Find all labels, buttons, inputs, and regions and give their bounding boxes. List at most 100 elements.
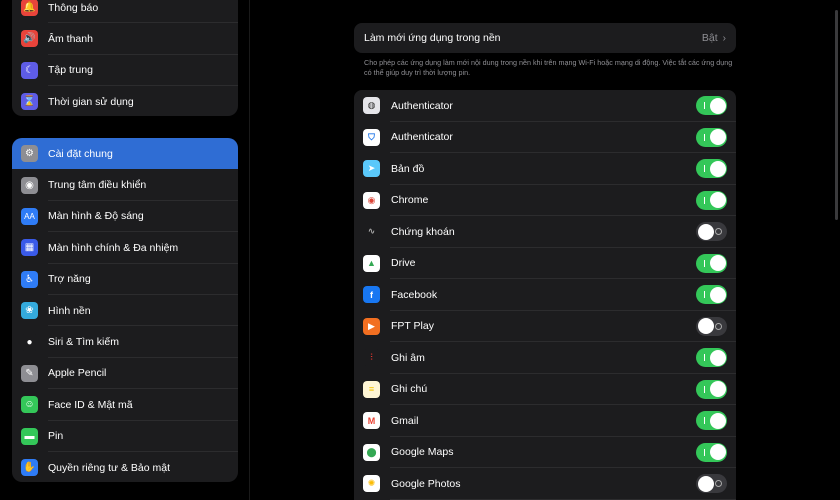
app-name: Chứng khoán <box>391 225 455 238</box>
sidebar-item-pin[interactable]: ▬ Pin <box>12 421 238 452</box>
sidebar-item-man-hinh-chinh-da-nhiem[interactable]: ▦ Màn hình chính & Đa nhiệm <box>12 232 238 264</box>
hand-icon: ✋ <box>21 459 38 477</box>
sidebar-item-thong-bao[interactable]: 🔔 Thông báo <box>12 0 238 24</box>
sidebar-item-label: Face ID & Mật mã <box>48 398 133 411</box>
toggle-state-mark <box>704 259 705 267</box>
background-refresh-toggle[interactable] <box>696 442 727 462</box>
app-name: Ghi âm <box>391 351 425 364</box>
sidebar-item-label: Hình nền <box>48 304 91 317</box>
google-photos-icon: ✺ <box>363 475 380 493</box>
sidebar-item-label: Quyền riêng tư & Bảo mật <box>48 461 171 474</box>
sidebar-item-label: Pin <box>48 430 64 443</box>
authenticator-icon: ◍ <box>363 97 380 115</box>
sidebar-item-siri-tim-kiem[interactable]: ● Siri & Tìm kiếm <box>12 326 238 358</box>
moon-icon: ☾ <box>21 61 38 79</box>
toggle-knob <box>709 349 726 366</box>
toggle-knob <box>709 381 726 397</box>
microsoft-authenticator-icon: ⛉ <box>363 128 380 146</box>
google-maps-icon: ⬤ <box>363 443 380 461</box>
sidebar-item-label: Siri & Tìm kiếm <box>48 336 119 349</box>
background-refresh-toggle[interactable] <box>696 379 727 399</box>
toggle-state-mark <box>704 354 705 361</box>
app-name: Facebook <box>391 288 438 301</box>
app-name: Ghi chú <box>391 383 428 396</box>
sidebar-item-label: Trợ năng <box>48 273 91 286</box>
main-panel: Làm mới ứng dụng trong nền Bật › Cho phé… <box>251 0 840 500</box>
background-refresh-toggle[interactable] <box>696 474 727 493</box>
sidebar-item-label: Thông báo <box>48 1 99 14</box>
app-row-fpt-play: ▶ FPT Play <box>354 311 736 342</box>
background-refresh-toggle[interactable] <box>696 411 727 430</box>
sidebar-item-hinh-nen[interactable]: ❀ Hình nền <box>12 295 238 327</box>
sidebar-item-label: Thời gian sử dụng <box>48 95 134 108</box>
toggle-state-mark <box>715 480 722 487</box>
sidebar-item-apple-pencil[interactable]: ✎ Apple Pencil <box>12 358 238 390</box>
toggle-state-mark <box>704 385 705 393</box>
app-name: Authenticator <box>391 131 453 144</box>
hourglass-icon: ⌛ <box>21 93 38 111</box>
app-name: Authenticator <box>391 99 453 112</box>
drive-icon: ▲ <box>363 254 380 272</box>
toggle-state-mark <box>704 133 705 141</box>
toggle-knob <box>709 255 726 271</box>
app-name: FPT Play <box>391 320 434 333</box>
toggle-knob <box>709 160 726 177</box>
sidebar-item-label: Apple Pencil <box>48 367 107 380</box>
background-refresh-toggle[interactable] <box>696 316 727 336</box>
sidebar-item-face-id-mat-ma[interactable]: ☺ Face ID & Mật mã <box>12 389 238 421</box>
toggle-knob <box>697 223 714 240</box>
app-row-authenticator: ⛉ Authenticator <box>354 122 736 153</box>
maps-icon: ➤ <box>363 160 380 178</box>
app-row-google-maps: ⬤ Google Maps <box>354 437 736 468</box>
background-refresh-value: Bật <box>701 32 718 44</box>
background-refresh-toggle[interactable] <box>696 253 727 273</box>
sidebar-item-cai-dat-chung[interactable]: ⚙ Cài đặt chung <box>12 138 238 170</box>
sidebar-item-label: Trung tâm điều khiển <box>48 179 147 192</box>
chevron-right-icon: › <box>722 32 726 44</box>
background-refresh-toggle[interactable] <box>696 190 727 210</box>
app-row-facebook: f Facebook <box>354 279 736 311</box>
app-row-gmail: M Gmail <box>354 405 736 437</box>
background-refresh-toggle[interactable] <box>696 96 727 115</box>
app-list: ◍ Authenticator ⛉ Authenticator ➤ Bản đồ ◉ Chro… <box>354 90 736 500</box>
toggle-state-mark <box>704 165 705 172</box>
control-center-icon: ◉ <box>21 176 38 194</box>
notes-icon: ≡ <box>363 380 380 398</box>
sidebar-item-tro-nang[interactable]: ♿ Trợ năng <box>12 264 238 295</box>
app-name: Google Maps <box>391 446 454 459</box>
scrollbar[interactable] <box>835 10 838 220</box>
toggle-knob <box>709 412 726 429</box>
face-id-icon: ☺ <box>21 396 38 414</box>
sidebar-item-quyen-rieng-tu-bao-mat[interactable]: ✋ Quyền riêng tư & Bảo mật <box>12 452 238 482</box>
background-refresh-toggle[interactable] <box>696 159 727 178</box>
battery-icon: ▬ <box>21 427 38 445</box>
toggle-knob <box>709 129 726 145</box>
app-row-ghi-am: ⫶ Ghi âm <box>354 342 736 374</box>
sidebar-item-thoi-gian-su-dung[interactable]: ⌛ Thời gian sử dụng <box>12 86 238 116</box>
sidebar-item-am-thanh[interactable]: 🔊 Âm thanh <box>12 23 238 55</box>
sidebar-item-tap-trung[interactable]: ☾ Tập trung <box>12 55 238 86</box>
sidebar-item-trung-tam-dieu-khien[interactable]: ◉ Trung tâm điều khiển <box>12 169 238 201</box>
sidebar-group-general: ⚙ Cài đặt chung ◉ Trung tâm điều khiển AA Màn… <box>12 138 238 482</box>
toggle-state-mark <box>704 102 705 109</box>
background-refresh-toggle[interactable] <box>696 285 727 304</box>
app-row-ban-do: ➤ Bản đồ <box>354 153 736 185</box>
app-row-chrome: ◉ Chrome <box>354 185 736 216</box>
gear-icon: ⚙ <box>21 145 38 163</box>
sidebar-item-label: Tập trung <box>48 64 93 77</box>
wallpaper-icon: ❀ <box>21 302 38 320</box>
voice-memos-icon: ⫶ <box>363 349 380 367</box>
toggle-knob <box>709 444 726 460</box>
toggle-state-mark <box>704 291 705 298</box>
background-refresh-toggle[interactable] <box>696 127 727 147</box>
background-refresh-row[interactable]: Làm mới ứng dụng trong nền Bật › <box>354 23 736 53</box>
toggle-state-mark <box>715 228 722 235</box>
siri-icon: ● <box>21 333 38 351</box>
background-refresh-toggle[interactable] <box>696 222 727 241</box>
app-name: Bản đồ <box>391 162 425 175</box>
background-refresh-toggle[interactable] <box>696 348 727 367</box>
sidebar-item-man-hinh-do-sang[interactable]: AA Màn hình & Độ sáng <box>12 201 238 233</box>
app-row-chung-khoan: ∿ Chứng khoán <box>354 216 736 248</box>
toggle-state-mark <box>704 196 705 204</box>
bell-icon: 🔔 <box>21 0 38 17</box>
